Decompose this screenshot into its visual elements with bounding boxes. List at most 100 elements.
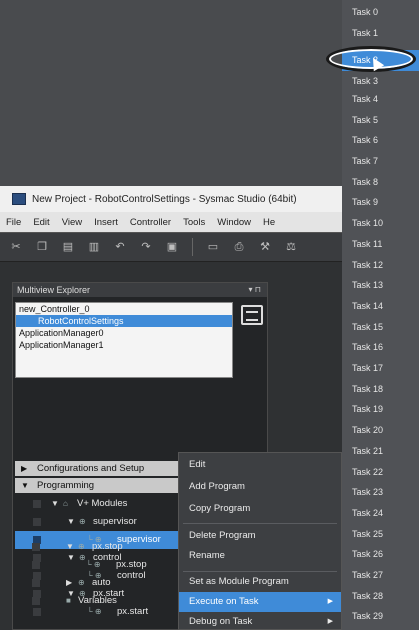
menu-item-edit[interactable]: Edit <box>179 455 341 475</box>
task-item[interactable]: Task 28 <box>342 586 419 607</box>
tree-variables[interactable]: ■ Variables <box>14 592 178 610</box>
monitor-icon[interactable]: ▭ <box>207 241 219 253</box>
toolbar: ✂ ❐ ▤ ▥ ↶ ↷ ▣ ▭ ⎙ ⚒ ⚖ <box>0 232 342 262</box>
save-icon[interactable]: ▣ <box>166 241 178 253</box>
tree-label: px.stop <box>92 541 123 552</box>
menu-file[interactable]: File <box>6 217 21 228</box>
delete-icon[interactable]: ▥ <box>88 241 100 253</box>
task-item[interactable]: Task 7 <box>342 151 419 172</box>
compare-icon[interactable]: ⚖ <box>285 241 297 253</box>
task-item[interactable]: Task 5 <box>342 110 419 131</box>
menu-item-label: Debug on Task <box>189 616 253 627</box>
module-icon: ⊕ <box>79 517 86 526</box>
menu-item-execute-on-task[interactable]: Execute on Task ▶ <box>179 592 341 612</box>
device-item[interactable]: new_Controller_0 <box>16 303 232 315</box>
menu-divider <box>183 523 337 524</box>
task-item[interactable]: Task 0 <box>342 2 419 23</box>
task-item[interactable]: Task 9 <box>342 192 419 213</box>
task-item[interactable]: Task 11 <box>342 234 419 255</box>
tree-module-pxstop[interactable] <box>14 620 178 630</box>
tree-program-pxstop[interactable]: └ ⊕ px.stop <box>14 556 178 574</box>
task-item[interactable]: Task 27 <box>342 565 419 586</box>
undo-icon[interactable]: ↶ <box>114 241 126 253</box>
task-item[interactable]: Task 23 <box>342 482 419 503</box>
task-item[interactable]: Task 6 <box>342 130 419 151</box>
folder-icon: ⌂ <box>63 499 68 508</box>
controller-config-icon[interactable] <box>241 305 263 325</box>
section-label: Configurations and Setup <box>37 463 145 474</box>
pin-icon[interactable]: ▾ ⊓ <box>249 283 261 297</box>
paste-icon[interactable]: ▤ <box>62 241 74 253</box>
menu-insert[interactable]: Insert <box>94 217 118 228</box>
variables-icon: ■ <box>66 596 71 605</box>
collapse-arrow-icon: ▼ <box>66 542 74 551</box>
task-item[interactable]: Task 29 <box>342 606 419 627</box>
task-item[interactable]: Task 12 <box>342 255 419 276</box>
task-item[interactable]: Task 21 <box>342 441 419 462</box>
task-item[interactable]: Task 15 <box>342 317 419 338</box>
device-item[interactable]: ApplicationManager0 <box>16 327 232 339</box>
menu-item-delete-program[interactable]: Delete Program <box>179 526 341 546</box>
desktop-background <box>0 0 342 186</box>
task-item[interactable]: Task 22 <box>342 462 419 483</box>
task-item[interactable]: Task 25 <box>342 524 419 545</box>
task-item[interactable]: Task 14 <box>342 296 419 317</box>
menu-item-debug-on-task[interactable]: Debug on Task ▶ <box>179 612 341 630</box>
row-marker <box>32 561 40 569</box>
task-item[interactable]: Task 13 <box>342 275 419 296</box>
task-item[interactable]: Task 10 <box>342 213 419 234</box>
task-item[interactable]: Task 20 <box>342 420 419 441</box>
task-item[interactable]: Task 26 <box>342 544 419 565</box>
task-item[interactable]: Task 17 <box>342 358 419 379</box>
row-marker <box>33 518 41 526</box>
menu-edit[interactable]: Edit <box>33 217 49 228</box>
task-item-selected[interactable]: Task 2 <box>342 50 419 71</box>
menu-item-rename[interactable]: Rename <box>179 546 341 566</box>
tree-module-pxstop[interactable]: ▼ ⊕ px.stop <box>14 538 178 556</box>
task-item[interactable]: Task 16 <box>342 337 419 358</box>
menu-item-label: Execute on Task <box>189 596 259 607</box>
task-item[interactable]: Task 24 <box>342 503 419 524</box>
row-marker <box>32 579 40 587</box>
task-item[interactable]: Task 4 <box>342 89 419 110</box>
menu-bar: File Edit View Insert Controller Tools W… <box>0 212 342 232</box>
menu-view[interactable]: View <box>62 217 82 228</box>
device-selector[interactable]: new_Controller_0 RobotControlSettings Ap… <box>15 302 233 378</box>
device-item[interactable]: ApplicationManager1 <box>16 339 232 351</box>
tree-label: px.stop <box>116 559 147 570</box>
row-marker <box>32 543 40 551</box>
task-item[interactable]: Task 19 <box>342 399 419 420</box>
window-title: New Project - RobotControlSettings - Sys… <box>32 193 297 205</box>
menu-tools[interactable]: Tools <box>183 217 205 228</box>
device-item-selected[interactable]: RobotControlSettings <box>16 315 232 327</box>
module-icon: ⊕ <box>78 578 85 587</box>
menu-item-copy-program[interactable]: Copy Program <box>179 499 341 519</box>
tree-label: V+ Modules <box>77 498 128 509</box>
copy-icon[interactable]: ❐ <box>36 241 48 253</box>
row-marker <box>33 500 41 508</box>
submenu-arrow-icon: ▶ <box>327 618 333 625</box>
menu-controller[interactable]: Controller <box>130 217 171 228</box>
redo-icon[interactable]: ↷ <box>140 241 152 253</box>
build-icon[interactable]: ⚒ <box>259 241 271 253</box>
tree-label: Variables <box>78 595 117 606</box>
task-item[interactable]: Task 8 <box>342 172 419 193</box>
collapse-arrow-icon: ▼ <box>51 499 59 508</box>
menu-window[interactable]: Window <box>217 217 251 228</box>
tree-module-auto[interactable]: ▶ ⊕ auto <box>14 574 178 592</box>
expand-arrow-icon: ▶ <box>66 578 73 587</box>
task-item[interactable]: Task 1 <box>342 23 419 44</box>
tree-label: auto <box>92 577 111 588</box>
task-submenu: Task 0 Task 1 Task 2 Task 3 Task 4 Task … <box>342 0 419 630</box>
module-icon: ⊕ <box>78 542 85 551</box>
menu-item-set-module-program[interactable]: Set as Module Program <box>179 572 341 592</box>
title-bar: New Project - RobotControlSettings - Sys… <box>0 186 342 212</box>
cut-icon[interactable]: ✂ <box>10 241 22 253</box>
toolbar-divider <box>192 238 193 256</box>
collapse-arrow-icon: ▼ <box>21 481 29 490</box>
print-icon[interactable]: ⎙ <box>233 241 245 253</box>
menu-item-add-program[interactable]: Add Program <box>179 477 341 497</box>
task-item[interactable]: Task 18 <box>342 379 419 400</box>
menu-help[interactable]: He <box>263 217 275 228</box>
explorer-title: Multiview Explorer <box>17 285 91 295</box>
